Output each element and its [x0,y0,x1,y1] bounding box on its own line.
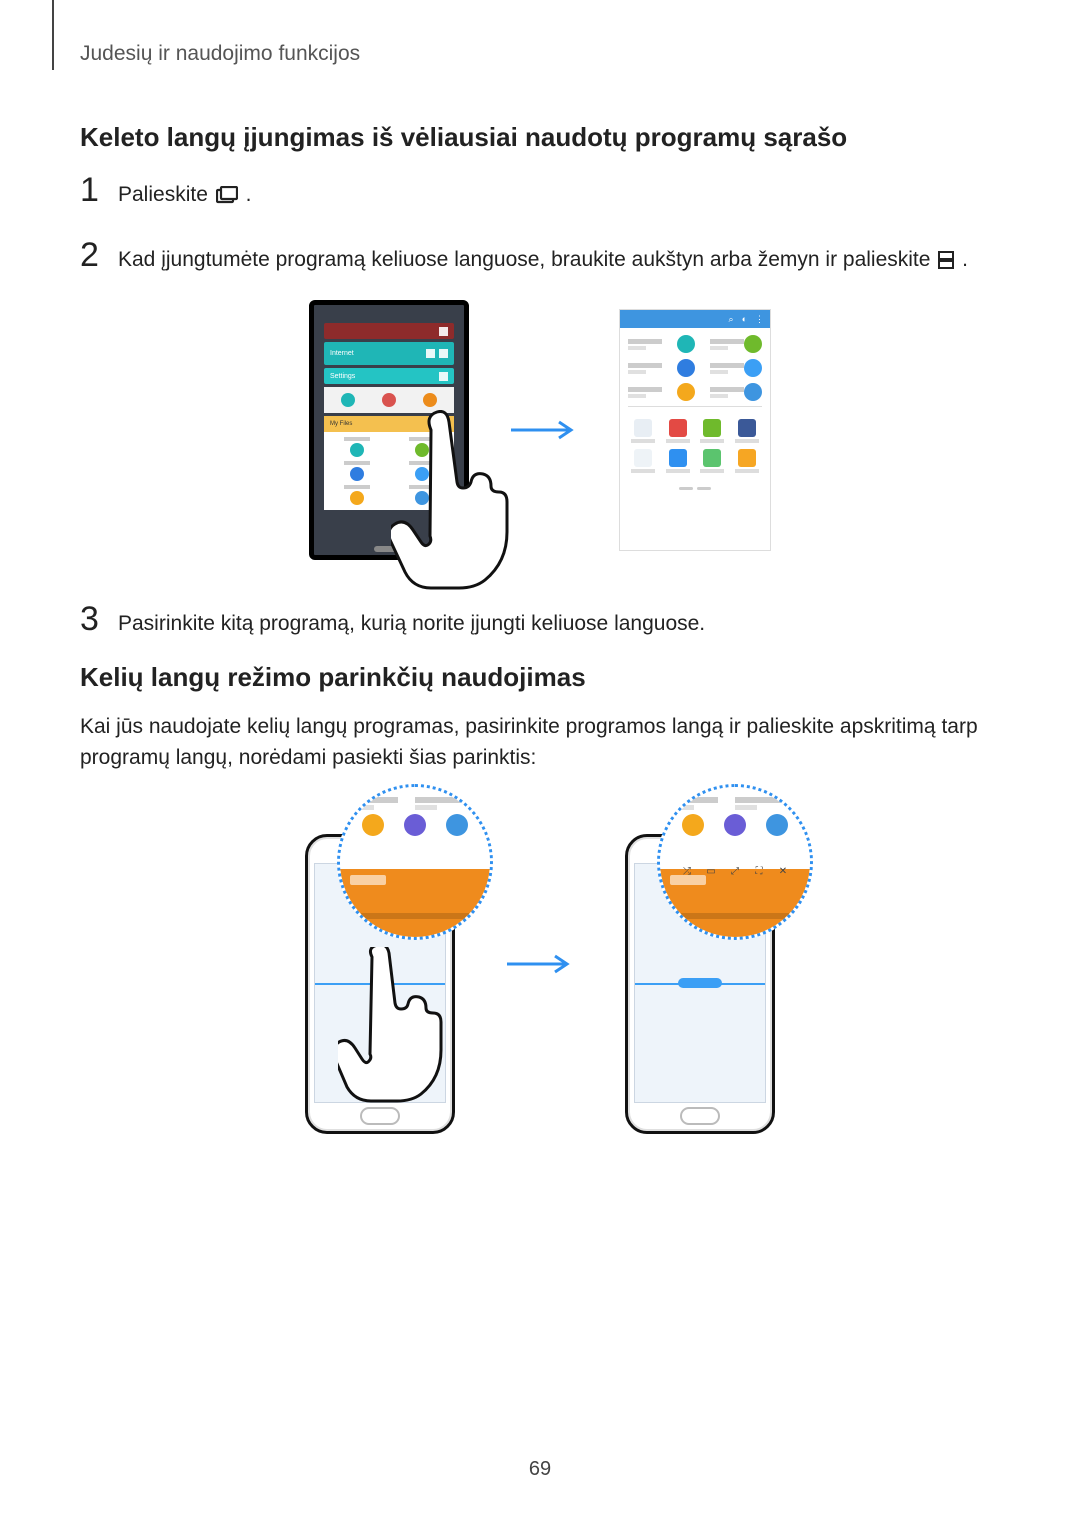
drag-content-icon: ▭ [704,865,718,879]
figure-phone-left [295,794,465,1134]
app-icon [669,449,687,467]
figure-multiwindow-options: ⤮ ▭ ⤢ ⛶ ✕ [80,794,1000,1134]
app-icon [634,419,652,437]
step-text: Pasirinkite kitą programą, kurią norite … [118,608,705,640]
home-button-icon [680,1107,720,1125]
app-icon [669,419,687,437]
app-card: Internet [324,342,454,365]
cat-icon [677,383,695,401]
step-1: 1 Palieskite . [80,171,1000,214]
app-icon [382,393,396,407]
cat-icon [677,359,695,377]
cat-icon [744,383,762,401]
split-view-icon [938,247,954,279]
zoom-top-pane [660,787,810,870]
picker-app-grid [620,413,770,479]
app-icon [423,393,437,407]
app-card-selected: My Files ☰ ✕ [324,416,454,432]
step-text-part: Palieskite [118,183,214,206]
app-icon [341,393,355,407]
figure-phone-right: ⤮ ▭ ⤢ ⛶ ✕ [615,794,785,1134]
pager [620,479,770,498]
step-text-part: . [962,248,968,271]
phone-frame: Internet Settings My Files ☰ ✕ [309,300,469,560]
cat-icon [744,335,762,353]
split-highlight-icon: ☰ ✕ [436,421,448,428]
zoom-bottom-pane [660,869,810,937]
app-icon [703,449,721,467]
step-3: 3 Pasirinkite kitą programą, kurią norit… [80,600,1000,640]
picker-topbar: ⌕ ◐ ⋮ [620,310,770,328]
step-number: 1 [80,171,110,210]
page-margin-line [52,0,54,70]
files-preview [324,432,454,510]
minimize-icon: ⤢ [728,865,742,879]
swap-windows-icon: ⤮ [680,865,694,879]
app-card: Settings [324,368,454,384]
step-number: 2 [80,236,110,275]
body-paragraph: Kai jūs naudojate kelių langų programas,… [80,711,1000,774]
app-label: Settings [330,373,355,380]
app-icon [634,449,652,467]
icon-row [324,387,454,413]
step-number: 3 [80,600,110,639]
step-text: Kad įjungtumėte programą keliuose languo… [118,244,968,279]
step-text-part: . [246,183,252,206]
split-handle-expanded [678,978,722,988]
figure-app-picker: ⌕ ◐ ⋮ [619,309,771,551]
breadcrumb: Judesių ir naudojimo funkcijos [80,42,360,66]
app-label: Internet [330,350,354,357]
search-icon: ⌕ [729,314,734,325]
figure-phone-left: Internet Settings My Files ☰ ✕ [309,300,469,560]
arrow-right-icon [505,954,575,974]
cat-icon [677,335,695,353]
step-2: 2 Kad įjungtumėte programą keliuose lang… [80,236,1000,279]
zoom-circle: ⤮ ▭ ⤢ ⛶ ✕ [657,784,813,940]
page-number: 69 [0,1458,1080,1481]
app-icon [703,419,721,437]
maximize-icon: ⛶ [752,865,766,879]
app-icon [738,449,756,467]
section-title-2: Kelių langų režimo parinkčių naudojimas [80,662,1000,693]
arrow-right-icon [509,420,579,440]
globe-icon: ◐ [742,314,747,324]
section-title-1: Keleto langų įjungimas iš vėliausiai nau… [80,122,1000,153]
page-content: Keleto langų įjungimas iš vėliausiai nau… [80,100,1000,1174]
step-text-part: Kad įjungtumėte programą keliuose languo… [118,248,936,271]
zoom-top-pane [340,787,490,870]
multiwindow-options-icons: ⤮ ▭ ⤢ ⛶ ✕ [680,865,790,879]
cat-icon [744,359,762,377]
home-button-icon [374,546,404,552]
more-icon: ⋮ [755,314,764,325]
app-label: My Files [330,421,352,427]
zoom-bottom-pane [340,869,490,937]
app-card [324,323,454,339]
step-text: Palieskite . [118,179,251,214]
zoom-circle [337,784,493,940]
app-icon [738,419,756,437]
picker-categories [620,328,770,413]
close-icon: ✕ [776,865,790,879]
figure-recent-apps: Internet Settings My Files ☰ ✕ [80,300,1000,560]
hand-tap-icon [338,947,448,1117]
recent-apps-icon [216,182,238,214]
